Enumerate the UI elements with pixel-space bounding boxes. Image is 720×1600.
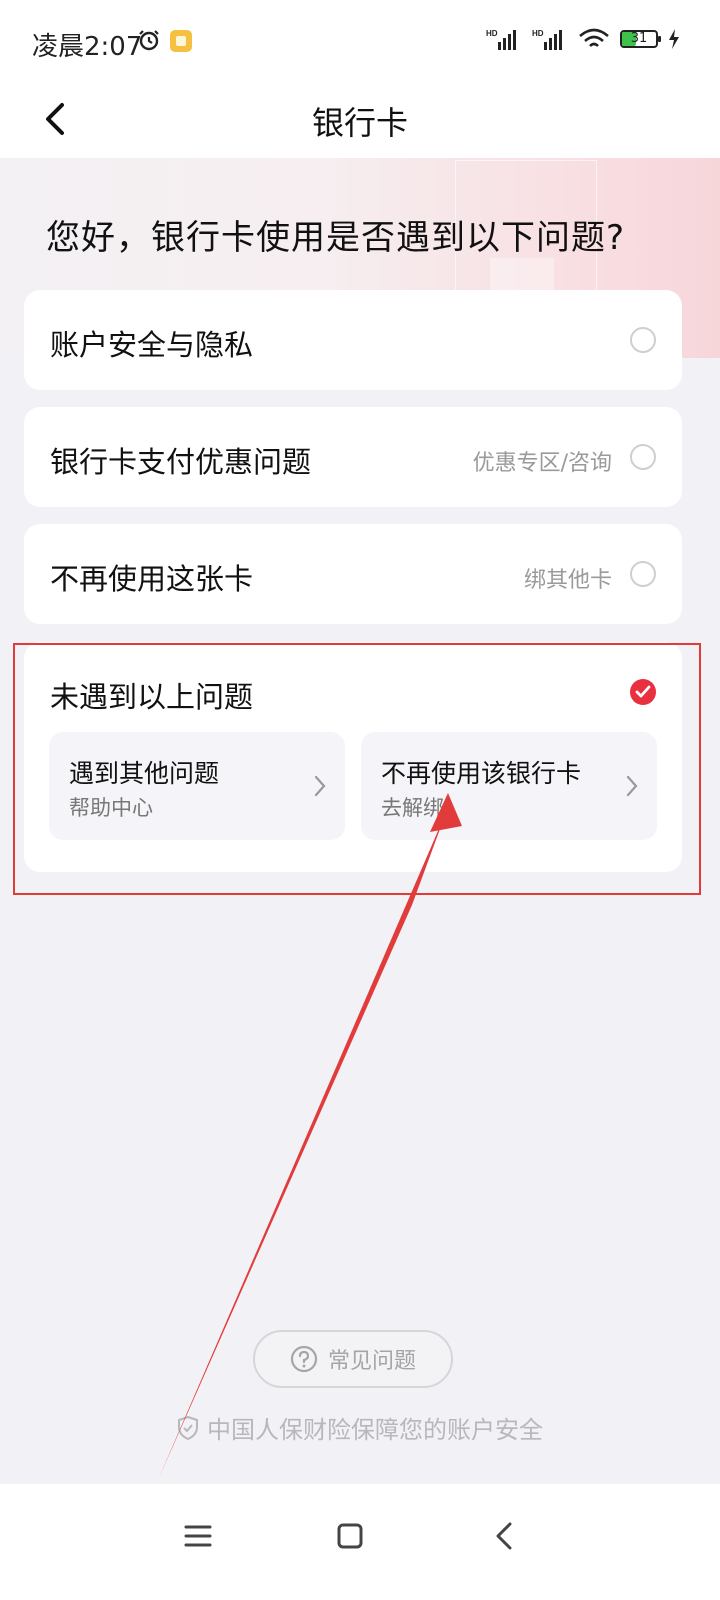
option-label: 银行卡支付优惠问题 (50, 445, 312, 479)
option-account-security[interactable]: 账户安全与隐私 (24, 290, 682, 390)
signal-icon: HD (486, 29, 516, 50)
status-time: 凌晨2:07 (32, 32, 143, 62)
faq-button[interactable]: 常见问题 (253, 1330, 453, 1388)
shield-check-icon (178, 1415, 198, 1440)
radio-button[interactable] (630, 444, 656, 470)
question-heading: 您好，银行卡使用是否遇到以下问题? (46, 218, 626, 258)
option-stop-using-card[interactable]: 不再使用这张卡 绑其他卡 (24, 524, 682, 624)
annotation-highlight-box (13, 643, 701, 895)
option-label: 账户安全与隐私 (50, 328, 254, 362)
home-icon (337, 1523, 363, 1549)
question-circle-icon (290, 1345, 318, 1373)
charging-icon (669, 29, 679, 49)
wifi-icon (579, 28, 609, 47)
app-notification-icon (170, 30, 192, 52)
nav-bar: 银行卡 (0, 84, 720, 158)
option-hint[interactable]: 绑其他卡 (524, 562, 612, 594)
system-nav-bar (0, 1484, 720, 1600)
home-button[interactable] (322, 1508, 378, 1564)
security-note-text: 中国人保财险保障您的账户安全 (207, 1416, 543, 1444)
menu-icon (184, 1525, 212, 1547)
option-payment-discount[interactable]: 银行卡支付优惠问题 优惠专区/咨询 (24, 407, 682, 507)
menu-button[interactable] (170, 1508, 226, 1564)
security-note: 中国人保财险保障您的账户安全 (0, 1410, 720, 1445)
battery-icon: 31 (620, 30, 661, 48)
status-bar: 凌晨2:07 HD HD 31 (0, 0, 720, 84)
svg-text:HD: HD (486, 29, 498, 38)
radio-button[interactable] (630, 327, 656, 353)
page-title: 银行卡 (311, 104, 408, 142)
radio-button[interactable] (630, 561, 656, 587)
back-icon (496, 1522, 512, 1550)
option-hint[interactable]: 优惠专区/咨询 (473, 445, 612, 477)
alarm-icon (139, 30, 159, 51)
svg-text:HD: HD (532, 29, 544, 38)
signal-icon: HD (532, 29, 562, 50)
option-label: 不再使用这张卡 (50, 562, 254, 596)
status-indicators: HD HD 31 (486, 28, 680, 50)
faq-label: 常见问题 (327, 1349, 416, 1374)
system-back-button[interactable] (476, 1508, 532, 1564)
